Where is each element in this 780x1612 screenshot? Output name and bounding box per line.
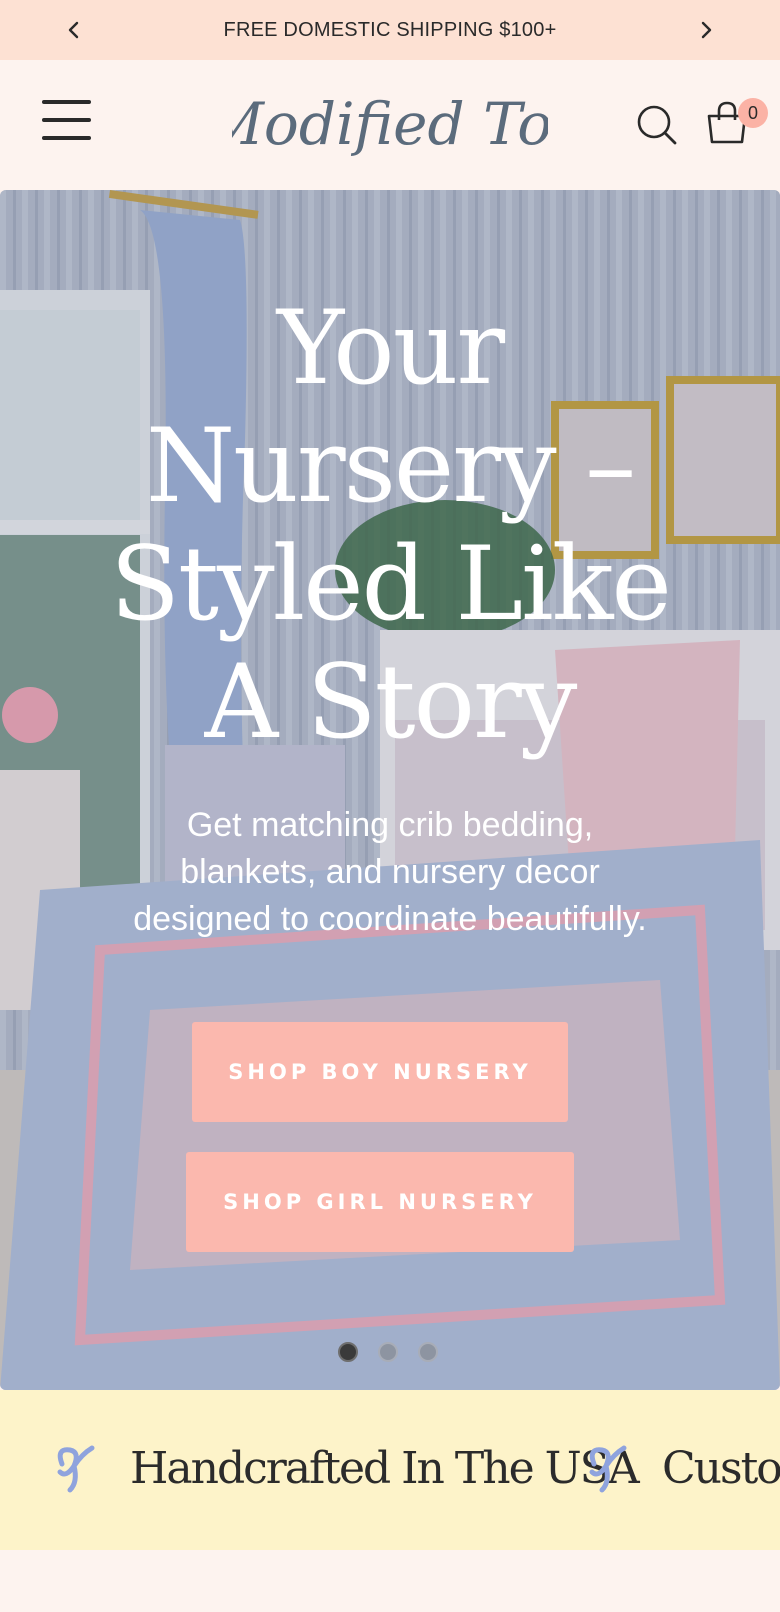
announcement-next-button[interactable]	[690, 14, 722, 46]
page-section-spacer	[0, 1550, 780, 1612]
hero-title-line: Styled Like	[110, 525, 672, 644]
site-header: Modified Tot 0	[0, 60, 780, 190]
hero-subtitle: Get matching crib bedding, blankets, and…	[133, 806, 647, 938]
slide-dot-3[interactable]	[418, 1342, 438, 1362]
announcement-text: FREE DOMESTIC SHIPPING $100+	[223, 18, 557, 41]
marquee-item: Handcrafted In The USA	[52, 1438, 640, 1498]
hamburger-menu-icon[interactable]	[42, 100, 92, 142]
marquee-text: Customi	[662, 1442, 780, 1494]
ribbon-icon	[589, 1445, 627, 1493]
announcement-prev-button[interactable]	[58, 14, 90, 46]
features-marquee: Handcrafted In The USA Customi	[0, 1390, 780, 1550]
ribbon-icon	[57, 1445, 95, 1493]
hero-title-line: Your	[276, 289, 505, 408]
slide-dot-2[interactable]	[378, 1342, 398, 1362]
logo-wordmark: Modified Tot	[204, 90, 577, 158]
hero-title-line: Nursery –	[145, 407, 636, 526]
marquee-text: Handcrafted In The USA	[130, 1442, 640, 1494]
search-icon[interactable]	[636, 104, 678, 146]
chevron-left-icon	[68, 21, 79, 39]
site-logo[interactable]: Modified Tot	[204, 82, 577, 172]
shop-girl-nursery-button[interactable]: SHOP GIRL NURSERY	[186, 1152, 574, 1252]
hero-title: Your Nursery – Styled Like A Story	[80, 290, 700, 762]
slideshow-dots	[338, 1342, 442, 1362]
marquee-item: Customi	[584, 1438, 780, 1498]
shop-boy-nursery-button[interactable]: SHOP BOY NURSERY	[192, 1022, 568, 1122]
logo-text: Modified Tot	[232, 90, 548, 158]
hero-banner: Your Nursery – Styled Like A Story Get m…	[0, 190, 780, 1390]
announcement-bar: FREE DOMESTIC SHIPPING $100+	[0, 0, 780, 60]
chevron-right-icon	[701, 21, 712, 39]
cart-count-badge: 0	[738, 98, 768, 128]
hero-title-line: A Story	[204, 643, 578, 762]
slide-dot-1[interactable]	[338, 1342, 358, 1362]
